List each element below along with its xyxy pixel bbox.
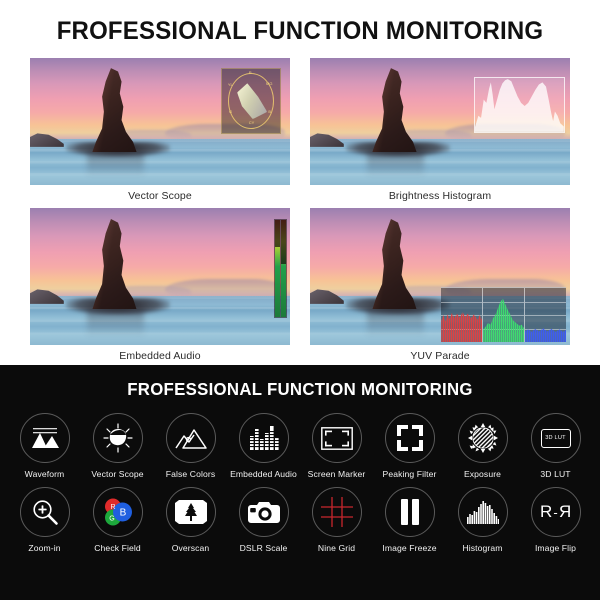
exposure-icon[interactable]: [457, 413, 508, 463]
svg-text:R: R: [110, 504, 115, 511]
flip-letter-normal: R: [540, 502, 553, 521]
nine-grid-icon[interactable]: [311, 487, 362, 537]
dslr-scale-icon[interactable]: [238, 487, 289, 537]
photo-embedded-audio: [30, 208, 290, 345]
feature-item-vector-scope[interactable]: Vector Scope: [81, 413, 154, 479]
preview-label-brightness-histogram: Brightness Histogram: [388, 190, 492, 202]
feature-label: DSLR Scale: [239, 543, 288, 553]
photo-yuv-parade: [310, 208, 570, 345]
yuv-parade-overlay: [441, 287, 567, 343]
waveform-icon[interactable]: [19, 413, 70, 463]
histogram-curve: [474, 79, 564, 132]
audio-meter-overlay: [274, 218, 288, 318]
feature-section-title: FROFESSIONAL FUNCTION MONITORING: [127, 379, 473, 399]
feature-icons-section: FROFESSIONAL FUNCTION MONITORING Wavefor…: [0, 365, 600, 600]
preview-panel-vector-scope: R MG B CY G YL Vector Scope: [30, 58, 290, 202]
audio-meter-channel-right: [281, 219, 287, 317]
lut-icon[interactable]: 3D LUT: [530, 413, 581, 463]
feature-item-dslr-scale[interactable]: DSLR Scale: [227, 487, 300, 553]
vector-scope-tick-r: R: [248, 70, 252, 76]
feature-icon-grid: Waveform Vector Scope False Colors Embed…: [0, 413, 600, 553]
yuv-parade-trace-y: [441, 312, 483, 343]
image-freeze-icon[interactable]: [384, 487, 435, 537]
feature-item-exposure[interactable]: Exposure: [446, 413, 519, 479]
feature-label: Image Freeze: [382, 543, 437, 553]
zoom-in-icon[interactable]: [19, 487, 70, 537]
feature-item-screen-marker[interactable]: Screen Marker: [300, 413, 373, 479]
feature-item-image-flip[interactable]: R - R Image Flip: [519, 487, 592, 553]
feature-item-embedded-audio[interactable]: Embedded Audio: [227, 413, 300, 479]
yuv-parade-column-y: [441, 288, 484, 343]
feature-item-image-freeze[interactable]: Image Freeze: [373, 487, 446, 553]
audio-meter-channel-left: [275, 219, 281, 317]
preview-panel-embedded-audio: Embedded Audio: [30, 208, 290, 362]
yuv-parade-column-v: [525, 288, 567, 343]
peaking-filter-icon[interactable]: [384, 413, 435, 463]
feature-label: Exposure: [463, 469, 502, 479]
preview-panel-yuv-parade: YUV Parade: [310, 208, 570, 362]
false-colors-icon[interactable]: [165, 413, 216, 463]
feature-label: Vector Scope: [91, 469, 144, 479]
feature-label: False Colors: [165, 469, 216, 479]
feature-item-false-colors[interactable]: False Colors: [154, 413, 227, 479]
vector-scope-overlay: R MG B CY G YL: [221, 68, 281, 135]
vector-scope-tick-yl: YL: [227, 81, 233, 87]
feature-item-peaking-filter[interactable]: Peaking Filter: [373, 413, 446, 479]
feature-item-zoom-in[interactable]: Zoom-in: [8, 487, 81, 553]
yuv-parade-column-u: [483, 288, 526, 343]
vector-scope-tick-g: G: [229, 108, 233, 114]
flip-dash: -: [553, 504, 558, 520]
feature-label: Embedded Audio: [230, 469, 297, 479]
preview-panel-brightness-histogram: Brightness Histogram: [310, 58, 570, 202]
svg-text:B: B: [119, 508, 126, 519]
feature-label: Nine Grid: [317, 543, 356, 553]
feature-item-3d-lut[interactable]: 3D LUT 3D LUT: [519, 413, 592, 479]
preview-label-vector-scope: Vector Scope: [128, 190, 192, 202]
image-flip-icon-text: R - R: [540, 502, 571, 522]
lut-icon-text: 3D LUT: [540, 428, 571, 448]
yuv-parade-trace-u: [483, 298, 525, 343]
feature-label: Check Field: [94, 543, 141, 553]
page-title: FROFESSIONAL FUNCTION MONITORING: [56, 17, 544, 45]
check-field-icon[interactable]: R G B: [92, 487, 143, 537]
preview-panel-grid: R MG B CY G YL Vector Scope Brightness H…: [0, 58, 600, 362]
preview-label-embedded-audio: Embedded Audio: [119, 350, 201, 362]
feature-item-nine-grid[interactable]: Nine Grid: [300, 487, 373, 553]
feature-item-waveform[interactable]: Waveform: [8, 413, 81, 479]
embedded-audio-icon[interactable]: [238, 413, 289, 463]
vector-scope-tick-b: B: [268, 108, 272, 114]
vector-scope-tick-cy: CY: [248, 120, 255, 126]
photo-vector-scope: R MG B CY G YL: [30, 58, 290, 185]
feature-label: Peaking Filter: [382, 469, 437, 479]
feature-item-check-field[interactable]: R G B Check Field: [81, 487, 154, 553]
feature-label: Zoom-in: [28, 543, 61, 553]
vector-scope-tick-mg: MG: [266, 80, 273, 86]
vector-scope-icon[interactable]: [92, 413, 143, 463]
yuv-parade-trace-v: [525, 328, 567, 343]
monitoring-preview-section: FROFESSIONAL FUNCTION MONITORING R MG B: [0, 0, 600, 365]
screen-marker-icon[interactable]: [311, 413, 362, 463]
feature-label: Overscan: [171, 543, 210, 553]
photo-brightness-histogram: [310, 58, 570, 185]
feature-label: 3D LUT: [540, 469, 571, 479]
feature-label: Histogram: [462, 543, 503, 553]
image-flip-icon[interactable]: R - R: [530, 487, 581, 537]
feature-label: Screen Marker: [307, 469, 366, 479]
feature-label: Waveform: [24, 469, 65, 479]
histogram-overlay: [473, 77, 565, 133]
histogram-icon[interactable]: [457, 487, 508, 537]
feature-item-histogram[interactable]: Histogram: [446, 487, 519, 553]
feature-label: Image Flip: [534, 543, 577, 553]
svg-text:G: G: [109, 516, 114, 523]
overscan-icon[interactable]: [165, 487, 216, 537]
preview-label-yuv-parade: YUV Parade: [410, 350, 470, 362]
feature-item-overscan[interactable]: Overscan: [154, 487, 227, 553]
flip-letter-mirrored: R: [558, 502, 571, 521]
